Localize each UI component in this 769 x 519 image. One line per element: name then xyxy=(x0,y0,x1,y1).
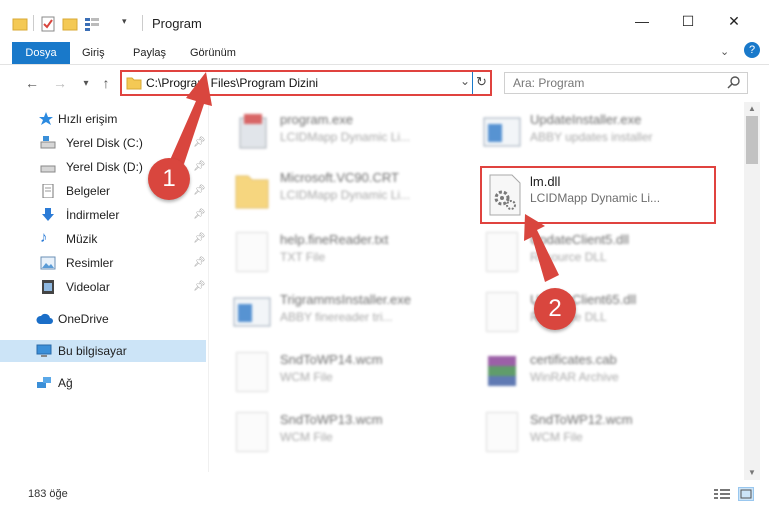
callout-badge-2: 2 xyxy=(534,288,576,330)
callout-badge-1: 1 xyxy=(148,158,190,200)
annotation-arrows xyxy=(170,72,559,282)
